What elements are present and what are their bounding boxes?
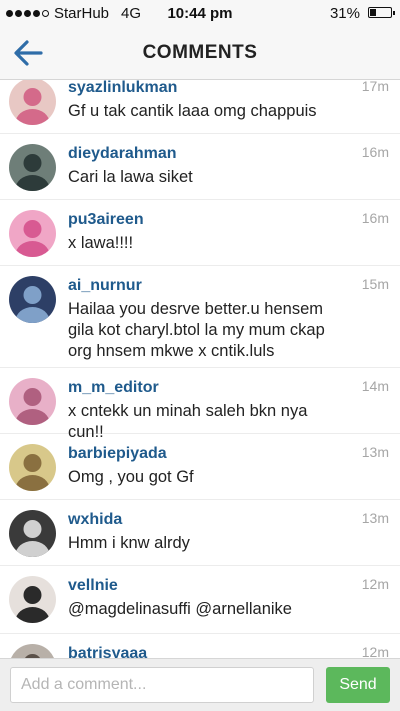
avatar-head	[23, 286, 42, 304]
avatar-image	[9, 644, 56, 658]
comment-body: barbiepiyada Omg , you got Gf	[68, 434, 254, 499]
comment-body: batrisyaaa	[68, 634, 207, 658]
avatar-head	[23, 520, 42, 538]
comment-row[interactable]: barbiepiyada Omg , you got Gf 13m	[0, 434, 400, 500]
comment-row[interactable]: syazlinlukman Gf u tak cantik laaa omg ch…	[0, 80, 400, 134]
comment-input[interactable]	[10, 667, 314, 703]
comment-body: dieydarahman Cari la lawa siket	[68, 134, 253, 199]
comment-text: Omg , you got Gf	[68, 468, 194, 486]
comment-text: Gf u tak cantik laaa omg chappuis	[68, 102, 317, 120]
comment-username[interactable]: dieydarahman	[68, 144, 193, 164]
comment-row[interactable]: dieydarahman Cari la lawa siket 16m	[0, 134, 400, 200]
signal-strength-icon	[6, 9, 49, 17]
comment-body: m_m_editor x cntekk un minah saleh bkn ny…	[68, 368, 400, 441]
avatar-image	[9, 144, 56, 191]
avatar-image	[9, 276, 56, 323]
comment-timestamp: 16m	[361, 210, 389, 226]
avatar-image	[9, 444, 56, 491]
comment-text: Hailaa you desrve better.u hensem gila k…	[68, 300, 325, 360]
comment-text: Cari la lawa siket	[68, 168, 193, 186]
comment-body: wxhida Hmm i knw alrdy	[68, 500, 250, 565]
comment-timestamp: 13m	[361, 510, 389, 526]
header-bar: COMMENTS	[0, 26, 400, 80]
avatar-head	[23, 154, 42, 172]
comment-composer: Send	[0, 658, 400, 711]
comment-text: Hmm i knw alrdy	[68, 534, 190, 552]
comment-body: syazlinlukman Gf u tak cantik laaa omg ch…	[68, 80, 377, 133]
comments-list[interactable]: syazlinlukman Gf u tak cantik laaa omg ch…	[0, 80, 400, 658]
comment-row[interactable]: pu3aireen x lawa!!!! 16m	[0, 200, 400, 266]
comment-body: vellnie @magdelinasuffi @arnellanike	[68, 566, 352, 633]
avatar-image	[9, 80, 56, 125]
comment-row[interactable]: wxhida Hmm i knw alrdy 13m	[0, 500, 400, 566]
avatar-image	[9, 510, 56, 557]
avatar[interactable]	[9, 576, 56, 623]
battery-fill	[370, 9, 376, 16]
avatar[interactable]	[9, 210, 56, 257]
comment-timestamp: 16m	[361, 144, 389, 160]
comment-username[interactable]: vellnie	[68, 576, 292, 596]
comment-timestamp: 14m	[361, 378, 389, 394]
avatar-head	[23, 454, 42, 472]
carrier-name: StarHub	[54, 4, 110, 22]
send-button[interactable]: Send	[326, 667, 390, 703]
avatar[interactable]	[9, 80, 56, 125]
network-type: 4G	[121, 4, 142, 22]
avatar[interactable]	[9, 444, 56, 491]
comment-username[interactable]: barbiepiyada	[68, 444, 194, 464]
comment-username[interactable]: m_m_editor	[68, 378, 340, 398]
comment-timestamp: 15m	[361, 276, 389, 292]
comment-text: x lawa!!!!	[68, 234, 134, 252]
avatar[interactable]	[9, 276, 56, 323]
avatar[interactable]	[9, 144, 56, 191]
comment-body: pu3aireen x lawa!!!!	[68, 200, 204, 265]
comment-username[interactable]: ai_nurnur	[68, 276, 340, 296]
avatar[interactable]	[9, 644, 56, 658]
comment-timestamp: 12m	[361, 576, 389, 592]
comment-text: @magdelinasuffi @arnellanike	[68, 600, 292, 618]
comment-body: ai_nurnur Hailaa you desrve better.u hens…	[68, 266, 400, 367]
avatar-head	[23, 388, 42, 406]
comment-username[interactable]: pu3aireen	[68, 210, 144, 230]
comment-row[interactable]: batrisyaaa 12m	[0, 634, 400, 658]
comment-timestamp: 17m	[361, 80, 389, 94]
status-bar: StarHub 4G 10:44 pm 31%	[0, 0, 400, 26]
comment-username[interactable]: syazlinlukman	[68, 80, 317, 98]
avatar-image	[9, 576, 56, 623]
avatar[interactable]	[9, 510, 56, 557]
battery-percent: 31%	[329, 4, 360, 22]
avatar-head	[23, 220, 42, 238]
avatar-head	[23, 88, 42, 106]
comment-username[interactable]: batrisyaaa	[68, 644, 147, 658]
battery-icon	[368, 7, 395, 18]
comment-row[interactable]: ai_nurnur Hailaa you desrve better.u hens…	[0, 266, 400, 368]
comment-row[interactable]: vellnie @magdelinasuffi @arnellanike 12m	[0, 566, 400, 634]
page-title: COMMENTS	[142, 42, 258, 63]
avatar-image	[9, 378, 56, 425]
comment-timestamp: 12m	[361, 644, 389, 658]
comment-timestamp: 13m	[361, 444, 389, 460]
avatar-image	[9, 210, 56, 257]
avatar[interactable]	[9, 378, 56, 425]
comment-username[interactable]: wxhida	[68, 510, 190, 530]
comment-row[interactable]: m_m_editor x cntekk un minah saleh bkn ny…	[0, 368, 400, 441]
avatar-head	[23, 586, 42, 604]
comments-scroll-content: syazlinlukman Gf u tak cantik laaa omg ch…	[0, 80, 400, 658]
